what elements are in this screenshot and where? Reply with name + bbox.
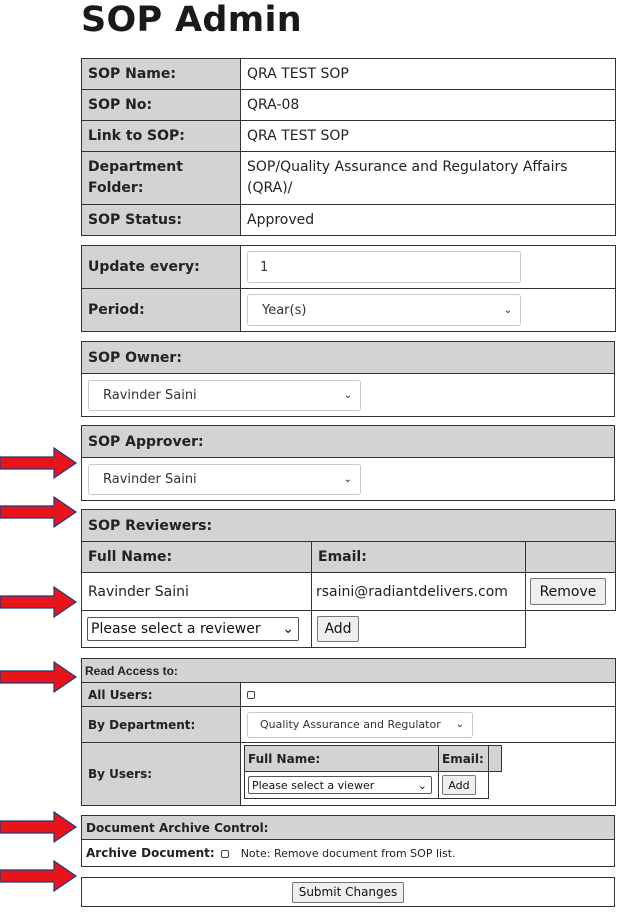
viewers-col-name: Full Name: <box>244 745 439 772</box>
sop-status-value: Approved <box>240 204 616 236</box>
owner-table: SOP Owner: Ravinder Saini ⌄ <box>81 341 615 417</box>
department-selected: Quality Assurance and Regulator <box>260 718 441 731</box>
sop-name-value: QRA TEST SOP <box>240 58 616 90</box>
department-folder-value: SOP/Quality Assurance and Regulatory Aff… <box>240 151 616 205</box>
chevron-down-icon: ⌄ <box>455 719 464 730</box>
reviewers-col-email: Email: <box>311 541 526 573</box>
reviewers-label: SOP Reviewers: <box>80 509 617 542</box>
viewer-select-placeholder: Please select a viewer <box>252 778 375 792</box>
department-folder-label: Department Folder: <box>81 151 241 205</box>
sop-link-label: Link to SOP: <box>81 120 241 152</box>
archive-document-checkbox[interactable] <box>221 850 230 858</box>
read-access-table: Read Access to: All Users: By Department… <box>81 658 616 806</box>
sop-name-row: SOP Name: QRA TEST SOP <box>81 58 616 90</box>
viewers-table: Full Name: Email: Please select a viewer… <box>244 745 502 799</box>
add-viewer-button[interactable]: Add <box>442 775 476 795</box>
annotation-arrow-icon <box>0 446 78 480</box>
owner-selected: Ravinder Saini <box>103 387 197 403</box>
all-users-checkbox[interactable] <box>247 690 255 699</box>
chevron-down-icon: ⌄ <box>343 473 352 485</box>
by-users-label: By Users: <box>81 742 241 806</box>
reviewers-col-action <box>524 541 617 573</box>
all-users-label: All Users: <box>81 682 241 707</box>
archive-label: Document Archive Control: <box>81 815 615 840</box>
update-every-label: Update every: <box>81 245 241 289</box>
period-label: Period: <box>81 288 241 332</box>
reviewer-select-placeholder: Please select a reviewer <box>91 621 261 637</box>
period-select[interactable]: Year(s) ⌄ <box>247 294 521 326</box>
reviewers-table: SOP Reviewers: Full Name: Email: Ravinde… <box>80 509 617 648</box>
annotation-arrow-icon <box>0 585 78 619</box>
sop-status-row: SOP Status: Approved <box>81 204 616 236</box>
sop-name-label: SOP Name: <box>81 58 241 90</box>
submit-container: Submit Changes <box>81 877 615 907</box>
reviewer-select[interactable]: Please select a reviewer ⌄ <box>87 617 299 641</box>
archive-document-label: Archive Document: <box>86 846 215 860</box>
approver-select[interactable]: Ravinder Saini ⌄ <box>88 463 361 495</box>
approver-selected: Ravinder Saini <box>103 471 197 487</box>
approver-table: SOP Approver: Ravinder Saini ⌄ <box>81 425 615 501</box>
annotation-arrow-icon <box>0 660 78 694</box>
sop-link[interactable]: QRA TEST SOP <box>240 120 616 152</box>
sop-no-label: SOP No: <box>81 89 241 121</box>
by-department-label: By Department: <box>81 706 241 743</box>
viewer-select[interactable]: Please select a viewer ⌄ <box>248 776 432 794</box>
add-reviewer-button[interactable]: Add <box>317 616 359 642</box>
reviewer-name: Ravinder Saini <box>81 572 312 611</box>
department-select[interactable]: Quality Assurance and Regulator ⌄ <box>247 711 473 738</box>
sop-link-row: Link to SOP: QRA TEST SOP <box>81 120 616 152</box>
remove-reviewer-button[interactable]: Remove <box>530 578 606 605</box>
owner-label: SOP Owner: <box>81 341 615 374</box>
sop-status-label: SOP Status: <box>81 204 241 236</box>
approver-label: SOP Approver: <box>81 425 615 458</box>
chevron-down-icon: ⌄ <box>282 621 294 637</box>
annotation-arrow-icon <box>0 495 78 529</box>
annotation-arrow-icon <box>0 859 78 893</box>
table-row: Ravinder Saini rsaini@radiantdelivers.co… <box>81 572 617 611</box>
submit-changes-button[interactable]: Submit Changes <box>292 881 404 903</box>
archive-table: Document Archive Control: Archive Docume… <box>81 815 615 867</box>
chevron-down-icon: ⌄ <box>417 778 427 792</box>
sop-info-table: SOP Name: QRA TEST SOP SOP No: QRA-08 Li… <box>81 58 616 236</box>
viewers-col-email: Email: <box>438 745 489 772</box>
annotation-arrow-icon <box>0 810 78 844</box>
archive-note: Note: Remove document from SOP list. <box>240 847 456 860</box>
page-title: SOP Admin <box>81 0 303 40</box>
reviewer-email: rsaini@radiantdelivers.com <box>311 572 526 611</box>
department-folder-row: Department Folder: SOP/Quality Assurance… <box>81 151 616 205</box>
chevron-down-icon: ⌄ <box>503 304 512 316</box>
update-table: Update every: 1 Period: Year(s) ⌄ <box>81 245 616 332</box>
chevron-down-icon: ⌄ <box>343 389 352 401</box>
update-every-input[interactable]: 1 <box>247 251 521 283</box>
read-access-label: Read Access to: <box>81 658 616 683</box>
sop-no-value: QRA-08 <box>240 89 616 121</box>
sop-no-row: SOP No: QRA-08 <box>81 89 616 121</box>
reviewers-col-name: Full Name: <box>81 541 312 573</box>
period-selected: Year(s) <box>262 302 307 318</box>
update-every-value: 1 <box>260 259 269 275</box>
owner-select[interactable]: Ravinder Saini ⌄ <box>88 379 361 411</box>
